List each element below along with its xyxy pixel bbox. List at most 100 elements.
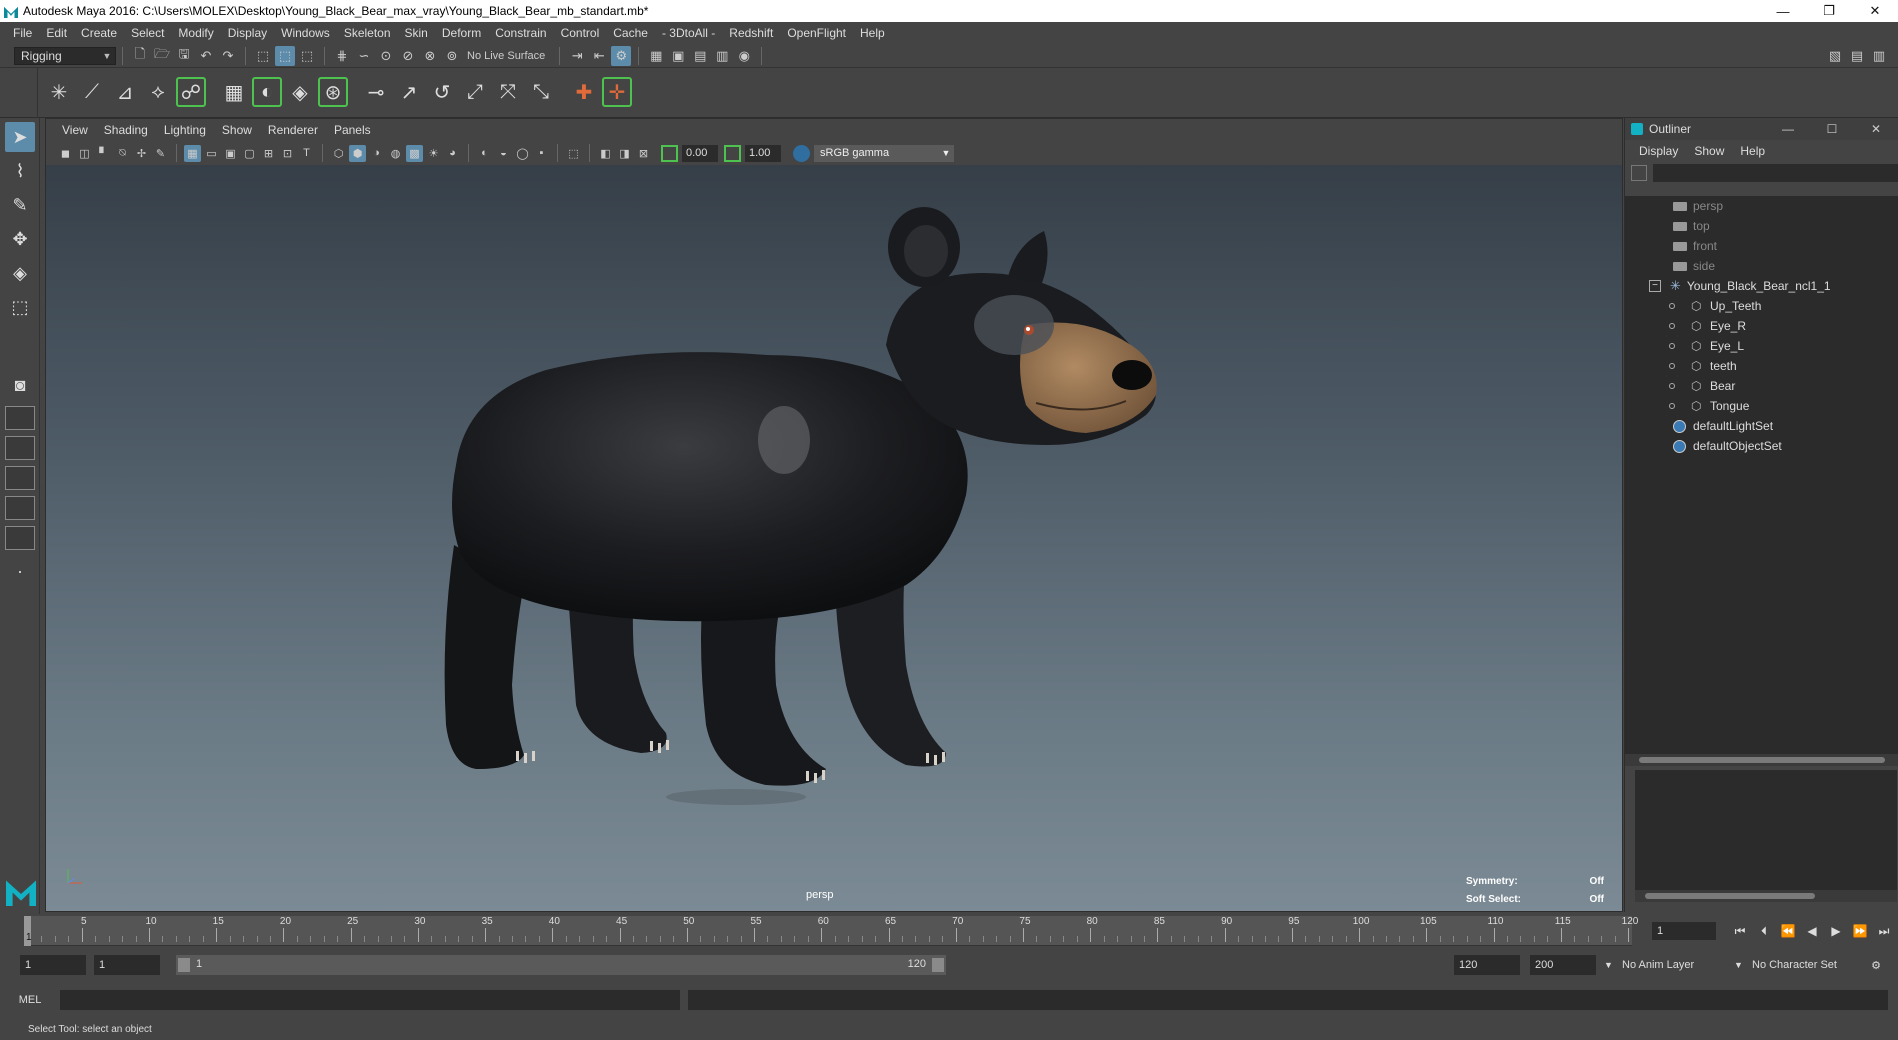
- rotate-tool-icon[interactable]: ◈: [5, 258, 35, 288]
- wrap-deformer-icon[interactable]: ◈: [285, 77, 315, 107]
- wireframe-on-shaded-icon[interactable]: ◍: [387, 145, 404, 162]
- insert-joint-icon[interactable]: ⟡: [143, 77, 173, 107]
- menu-deform[interactable]: Deform: [435, 26, 488, 40]
- shelf-tabs-handle[interactable]: [0, 68, 38, 118]
- bear-model[interactable]: [46, 165, 1622, 911]
- outliner-list[interactable]: persp top front side − ✳ Young_Black_Bea…: [1625, 196, 1898, 756]
- close-button[interactable]: ✕: [1852, 0, 1898, 22]
- snap-grid-icon[interactable]: ⋕: [332, 46, 352, 66]
- ik-spline-icon[interactable]: ⊿: [110, 77, 140, 107]
- animation-preferences-icon[interactable]: ⚙: [1864, 955, 1888, 975]
- lattice-icon[interactable]: ▦: [219, 77, 249, 107]
- animation-end-field[interactable]: 200: [1530, 955, 1596, 975]
- pole-vector-icon[interactable]: ⤡: [526, 77, 556, 107]
- list-item[interactable]: ⬡ Bear: [1625, 376, 1898, 396]
- panel-menu-view[interactable]: View: [54, 123, 96, 137]
- xray-active-icon[interactable]: ◨: [616, 145, 633, 162]
- menu-create[interactable]: Create: [74, 26, 124, 40]
- list-item[interactable]: ⬡ Eye_R: [1625, 316, 1898, 336]
- output-ops-icon[interactable]: ⇤: [589, 46, 609, 66]
- hypershade-layout-icon[interactable]: [5, 496, 35, 520]
- script-language-label[interactable]: MEL: [0, 994, 60, 1006]
- lasso-tool-icon[interactable]: ⌇: [5, 156, 35, 186]
- menu-select[interactable]: Select: [124, 26, 171, 40]
- select-tool-icon[interactable]: ➤: [5, 122, 35, 152]
- range-end-handle[interactable]: [932, 958, 944, 972]
- menu-help[interactable]: Help: [853, 26, 892, 40]
- current-frame-field[interactable]: 1: [1652, 922, 1716, 940]
- panel-menu-show[interactable]: Show: [214, 123, 260, 137]
- smooth-shade-icon[interactable]: ⬢: [349, 144, 366, 162]
- step-forward-key-icon[interactable]: ⏩: [1848, 922, 1872, 940]
- scrollbar-thumb[interactable]: [1645, 893, 1815, 899]
- step-back-frame-icon[interactable]: ⏴: [1752, 922, 1776, 940]
- scale-tool-icon[interactable]: ⬚: [5, 292, 35, 322]
- snap-point-icon[interactable]: ⊙: [376, 46, 396, 66]
- cluster-icon[interactable]: ◐: [252, 77, 282, 107]
- play-forwards-icon[interactable]: ▶: [1824, 922, 1848, 940]
- menu-cache[interactable]: Cache: [606, 26, 655, 40]
- menu-display[interactable]: Display: [221, 26, 274, 40]
- xray-joints-icon[interactable]: ⊠: [635, 145, 652, 162]
- outliner-menu-show[interactable]: Show: [1686, 144, 1732, 158]
- menu-modify[interactable]: Modify: [171, 26, 220, 40]
- outliner-search-input[interactable]: [1653, 164, 1898, 182]
- list-item[interactable]: front: [1625, 236, 1898, 256]
- xray-icon[interactable]: ◧: [597, 145, 614, 162]
- default-material-icon[interactable]: ◑: [368, 145, 385, 162]
- menu-openflight[interactable]: OpenFlight: [780, 26, 853, 40]
- multisample-aa-icon[interactable]: ◯: [514, 145, 531, 162]
- go-to-end-icon[interactable]: ⏭: [1872, 922, 1896, 940]
- playback-start-field[interactable]: 1: [94, 955, 160, 975]
- screen-space-ao-icon[interactable]: ◐: [476, 145, 493, 162]
- film-gate-icon[interactable]: ▭: [203, 145, 220, 162]
- snap-live-icon[interactable]: ⊚: [442, 46, 462, 66]
- safe-title-icon[interactable]: T: [298, 145, 315, 162]
- humanik-icon[interactable]: ☍: [176, 77, 206, 107]
- menu-redshift[interactable]: Redshift: [722, 26, 780, 40]
- menu-skin[interactable]: Skin: [398, 26, 435, 40]
- joint-orient-icon[interactable]: ✛: [602, 77, 632, 107]
- list-item[interactable]: side: [1625, 256, 1898, 276]
- outliner-menu-help[interactable]: Help: [1732, 144, 1773, 158]
- persp-graph-layout-icon[interactable]: [5, 466, 35, 490]
- outliner-close-button[interactable]: ✕: [1854, 118, 1898, 140]
- save-scene-icon[interactable]: 🖫: [174, 46, 194, 66]
- bind-skin-icon[interactable]: ⊛: [318, 77, 348, 107]
- list-item[interactable]: ⬡ Tongue: [1625, 396, 1898, 416]
- field-chart-icon[interactable]: ⊞: [260, 145, 277, 162]
- step-back-key-icon[interactable]: ⏪: [1776, 922, 1800, 940]
- menu-constrain[interactable]: Constrain: [488, 26, 553, 40]
- lower-panel-scrollbar[interactable]: [1635, 890, 1897, 902]
- menu-edit[interactable]: Edit: [39, 26, 74, 40]
- snap-view-plane-icon[interactable]: ⊘: [398, 46, 418, 66]
- modeling-toolkit-icon[interactable]: ▧: [1825, 46, 1845, 66]
- locator-icon[interactable]: ✚: [569, 77, 599, 107]
- menu-windows[interactable]: Windows: [274, 26, 337, 40]
- play-backwards-icon[interactable]: ◀: [1800, 922, 1824, 940]
- live-surface-label[interactable]: No Live Surface: [467, 50, 545, 62]
- outliner-lower-panel[interactable]: [1635, 770, 1897, 902]
- menu-skeleton[interactable]: Skeleton: [337, 26, 398, 40]
- list-item[interactable]: defaultObjectSet: [1625, 436, 1898, 456]
- snap-surface-icon[interactable]: ⊗: [420, 46, 440, 66]
- image-plane-icon[interactable]: ⍉: [114, 145, 131, 162]
- menu-set-dropdown[interactable]: Rigging ▼: [14, 46, 116, 65]
- collapse-icon[interactable]: −: [1649, 280, 1661, 292]
- range-bar[interactable]: 1 120: [176, 955, 946, 975]
- scrollbar-thumb[interactable]: [1639, 757, 1885, 763]
- attribute-editor-icon[interactable]: ▤: [1847, 46, 1867, 66]
- list-item[interactable]: persp: [1625, 196, 1898, 216]
- menu-control[interactable]: Control: [554, 26, 607, 40]
- construction-history-icon[interactable]: ⚙: [611, 45, 632, 66]
- perspective-viewport[interactable]: persp Symmetry: Off Soft Select: Off: [46, 165, 1622, 911]
- character-set-dropdown[interactable]: ▼ No Character Set: [1734, 955, 1868, 975]
- restore-button[interactable]: ❐: [1806, 0, 1852, 22]
- joint-tool-icon[interactable]: ✳: [44, 77, 74, 107]
- ik-handle-icon[interactable]: ⟋: [77, 77, 107, 107]
- more-layouts-icon[interactable]: ·: [5, 556, 35, 586]
- select-hierarchy-icon[interactable]: ⬚: [253, 46, 273, 66]
- minimize-button[interactable]: —: [1760, 0, 1806, 22]
- go-to-start-icon[interactable]: ⏮: [1728, 922, 1752, 940]
- channel-box-icon[interactable]: ▥: [1869, 46, 1889, 66]
